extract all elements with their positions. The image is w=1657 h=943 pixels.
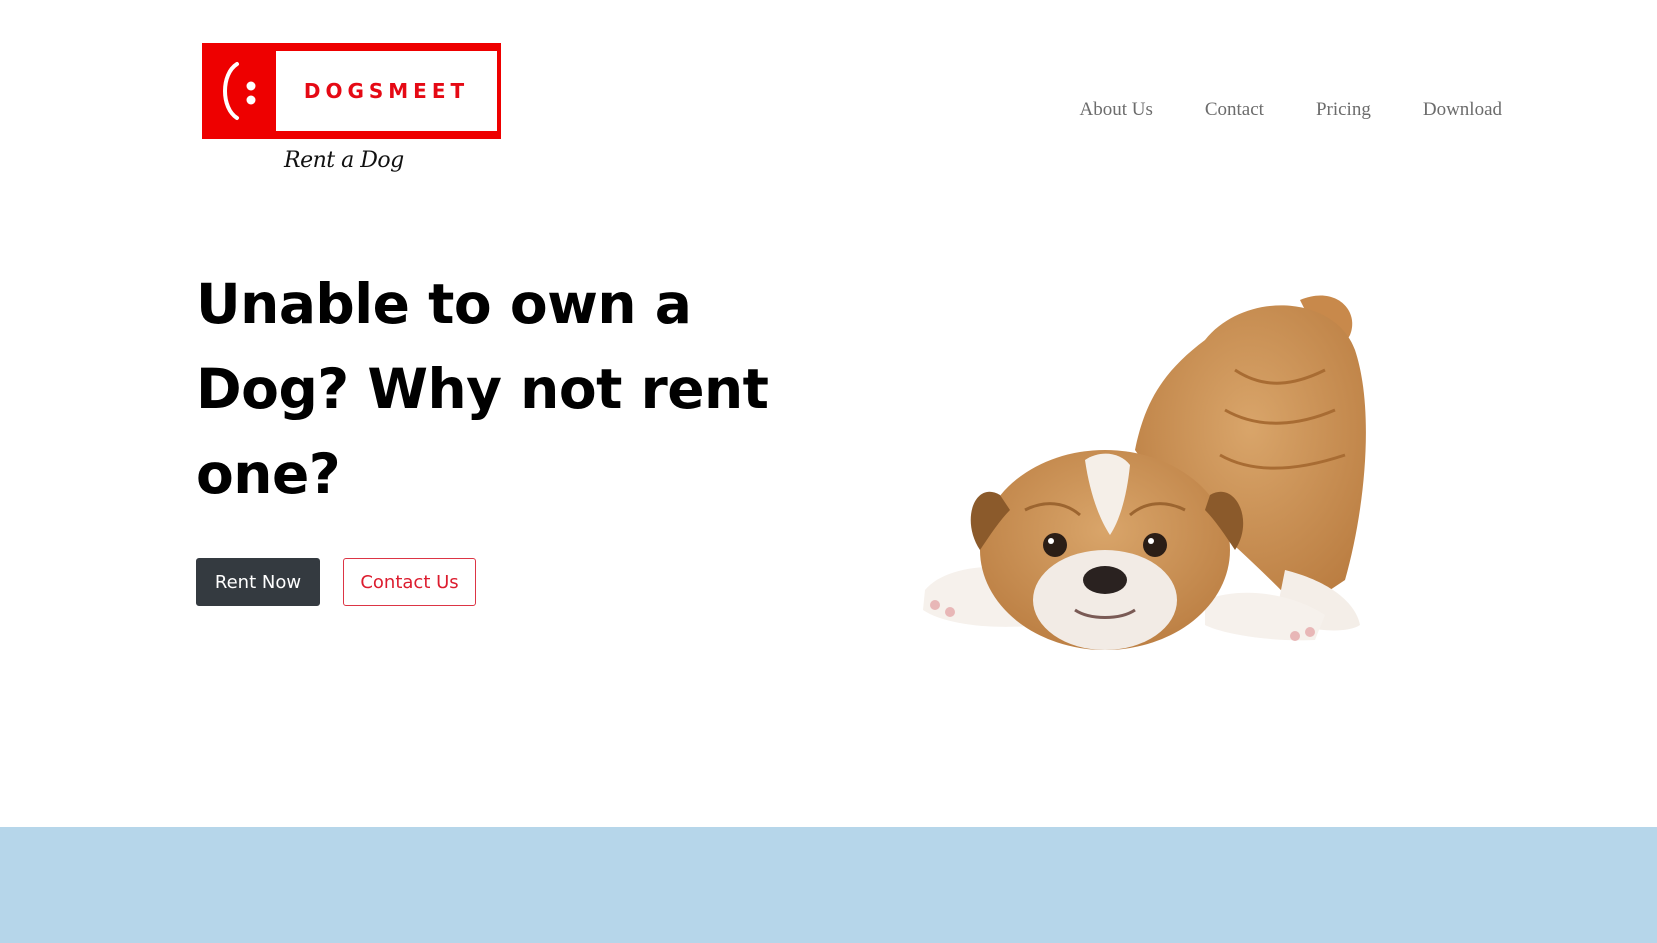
rent-now-button[interactable]: Rent Now: [196, 558, 320, 606]
next-section-band: [0, 827, 1657, 943]
bulldog-puppy-image: [905, 280, 1425, 670]
logo-smiley-icon: [206, 47, 276, 135]
logo-wordmark-box: DOGSMEET: [276, 51, 497, 131]
nav-about-us[interactable]: About Us: [1079, 99, 1152, 121]
nav-contact[interactable]: Contact: [1205, 99, 1264, 121]
logo[interactable]: DOGSMEET: [202, 43, 501, 139]
logo-wordmark: DOGSMEET: [303, 79, 470, 103]
main-nav: About Us Contact Pricing Download: [1079, 99, 1502, 121]
logo-tagline: Rent a Dog: [284, 148, 404, 173]
hero-title: Unable to own a Dog? Why not rent one?: [196, 272, 769, 506]
nav-pricing[interactable]: Pricing: [1316, 99, 1371, 121]
nav-download[interactable]: Download: [1423, 99, 1502, 121]
contact-us-button[interactable]: Contact Us: [343, 558, 476, 606]
